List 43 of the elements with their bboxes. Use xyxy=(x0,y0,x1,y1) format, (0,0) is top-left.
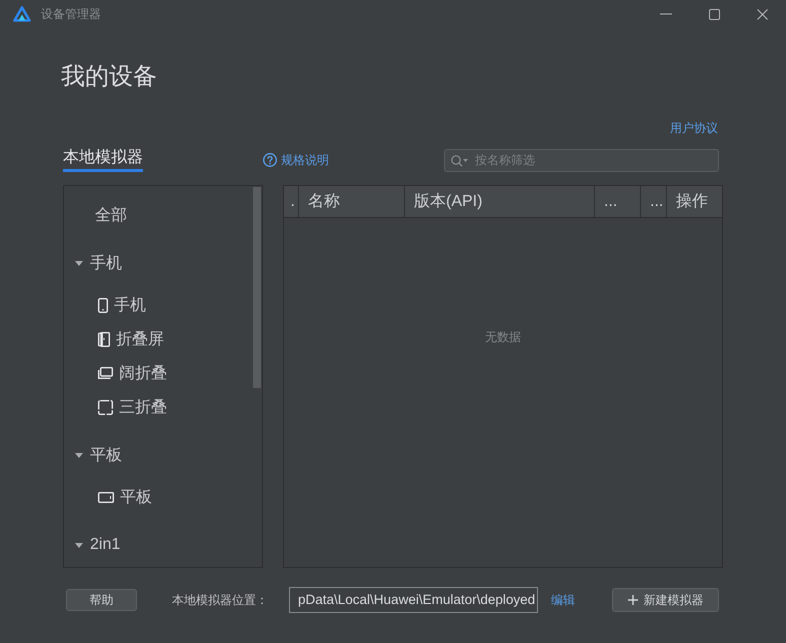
column-header[interactable]: ... xyxy=(595,186,641,217)
column-header[interactable]: ... xyxy=(641,186,667,217)
device-type-item[interactable]: 阔折叠 xyxy=(64,356,250,390)
user-agreement-link[interactable]: 用户协议 xyxy=(670,120,718,136)
phone-icon xyxy=(98,298,108,312)
app-logo-icon xyxy=(13,6,31,22)
tab[interactable]: 本地模拟器 xyxy=(63,148,143,172)
column-header[interactable]: . xyxy=(284,186,299,217)
location-label: 本地模拟器位置： xyxy=(172,592,268,608)
caret-icon[interactable] xyxy=(75,452,83,458)
device-type-item[interactable]: 全部 xyxy=(64,198,250,232)
help-button[interactable]: 帮助 xyxy=(66,589,137,611)
empty-message: 无数据 xyxy=(485,330,521,344)
category-header[interactable]: 2in1 xyxy=(64,528,250,562)
column-header[interactable]: 操作 xyxy=(667,186,722,217)
help-icon[interactable] xyxy=(263,153,277,167)
search-icon[interactable] xyxy=(451,154,468,166)
foldable-phone-icon xyxy=(98,332,110,346)
search-field[interactable]: 按名称筛选 xyxy=(444,148,719,172)
edit-link[interactable]: 编辑 xyxy=(551,592,575,608)
page-title: 我的设备 xyxy=(61,62,158,92)
tri-fold-device-icon xyxy=(98,400,113,414)
caret-icon[interactable] xyxy=(75,260,83,266)
column-header[interactable]: 名称 xyxy=(299,186,405,217)
category-header[interactable]: 手机 xyxy=(64,246,250,280)
device-type-item[interactable]: 折叠屏 xyxy=(64,322,250,356)
device-type-item[interactable]: 三折叠 xyxy=(64,390,250,424)
device-type-item[interactable]: 手机 xyxy=(64,288,250,322)
close-icon xyxy=(756,8,768,20)
tablet-icon xyxy=(98,492,114,502)
new-emulator-button[interactable]: 新建模拟器 xyxy=(612,588,719,612)
location-path-field[interactable]: pData\Local\Huawei\Emulator\deployed xyxy=(289,587,538,613)
device-type-item[interactable]: 平板 xyxy=(64,480,250,514)
column-header[interactable]: 版本(API) xyxy=(405,186,595,217)
minimize-icon xyxy=(660,13,672,15)
scrollbar-thumb[interactable] xyxy=(253,187,261,388)
wide-foldable-icon xyxy=(98,367,113,379)
window-title: 设备管理器 xyxy=(41,6,101,22)
spec-link[interactable]: 规格说明 xyxy=(281,152,329,168)
maximize-icon xyxy=(708,8,720,20)
plus-icon xyxy=(628,595,638,605)
caret-icon[interactable] xyxy=(75,542,83,548)
category-header[interactable]: 平板 xyxy=(64,438,250,472)
